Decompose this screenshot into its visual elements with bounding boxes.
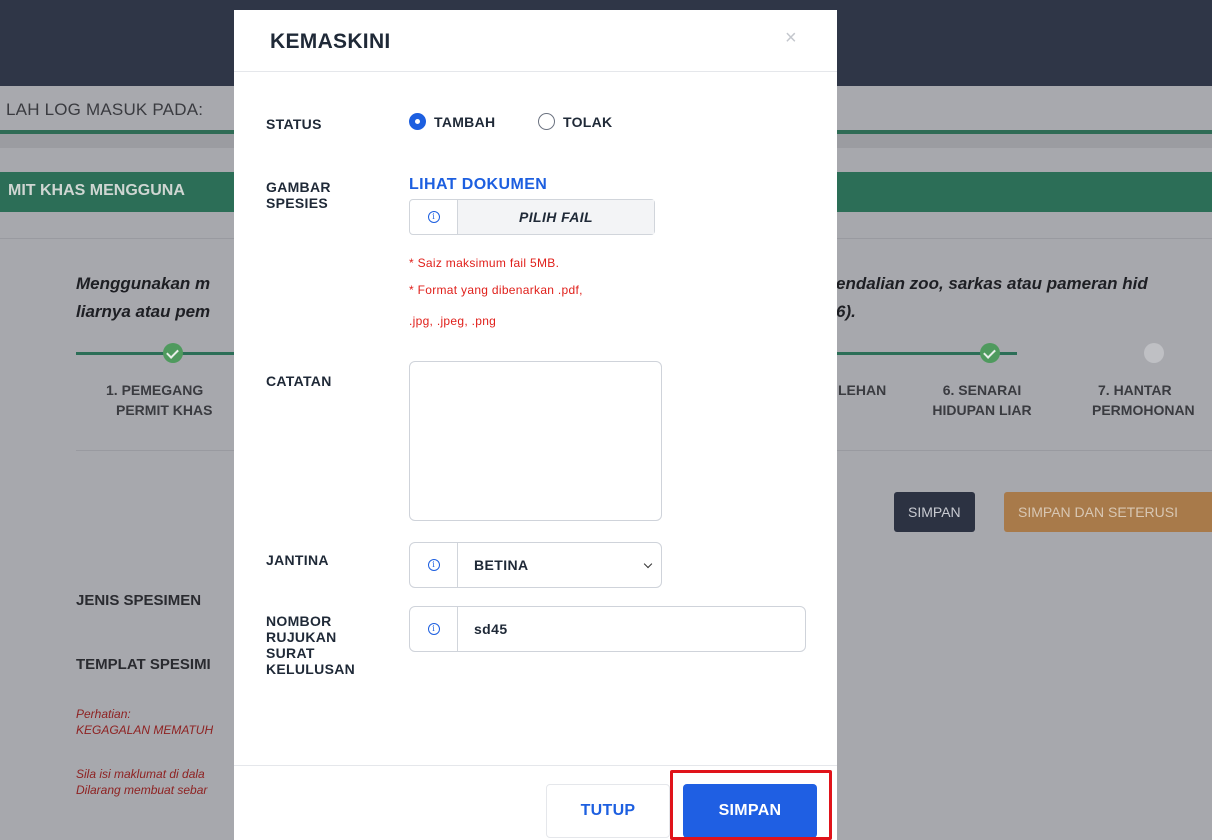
catatan-textarea[interactable] bbox=[409, 361, 662, 521]
info-addon: i bbox=[410, 607, 458, 651]
perhatian-note: Perhatian: KEGAGALAN MEMATUH bbox=[76, 706, 213, 738]
note-line: Sila isi maklumat di dala bbox=[76, 767, 205, 781]
label-line: KELULUSAN bbox=[266, 661, 356, 677]
label-line: RUJUKAN bbox=[266, 629, 337, 645]
step-7-pending-icon bbox=[1144, 343, 1164, 363]
description-right: endalian zoo, sarkas atau pameran hid 6)… bbox=[836, 270, 1148, 326]
radio-selected-icon[interactable] bbox=[409, 113, 426, 130]
modal-footer-divider bbox=[234, 765, 837, 766]
pilih-fail-button[interactable]: PILIH FAIL bbox=[458, 200, 654, 234]
note-line: KEGAGALAN MEMATUH bbox=[76, 723, 214, 737]
jenis-spesimen-label: JENIS SPESIMEN bbox=[76, 592, 202, 609]
radio-tolak-label[interactable]: TOLAK bbox=[563, 114, 612, 130]
step-label-line: PERMIT KHAS bbox=[116, 402, 213, 418]
radio-unselected-icon[interactable] bbox=[538, 113, 555, 130]
step-1-check-icon bbox=[163, 343, 183, 363]
description-line: liarnya atau pem bbox=[76, 302, 211, 321]
file-upload-group[interactable]: i PILIH FAIL bbox=[409, 199, 655, 235]
stepper-line bbox=[76, 352, 234, 355]
info-addon: i bbox=[410, 200, 458, 234]
step-label-line: LEHAN bbox=[838, 382, 887, 398]
label-line: SURAT bbox=[266, 645, 315, 661]
bg-simpan-seterus-button[interactable]: SIMPAN DAN SETERUSI bbox=[1004, 492, 1212, 532]
step-label-line: HIDUPAN LIAR bbox=[932, 402, 1032, 418]
bg-simpan-button[interactable]: SIMPAN bbox=[894, 492, 975, 532]
nombor-rujukan-value[interactable]: sd45 bbox=[458, 607, 805, 651]
nombor-rujukan-label: NOMBOR RUJUKAN SURAT KELULUSAN bbox=[266, 613, 355, 677]
step-5-label[interactable]: LEHAN bbox=[838, 380, 886, 400]
step-7-label[interactable]: 7. HANTAR PERMOHONAN bbox=[1092, 380, 1212, 420]
step-1-label[interactable]: 1. PEMEGANG PERMIT KHAS bbox=[106, 380, 234, 420]
step-label-line: 6. SENARAI bbox=[942, 382, 1022, 398]
highlight-box bbox=[670, 770, 832, 840]
jantina-label: JANTINA bbox=[266, 552, 329, 568]
description-line: 6). bbox=[836, 302, 856, 321]
kemaskini-modal: KEMASKINI × STATUS TAMBAH TOLAK GAMBAR S… bbox=[234, 10, 837, 840]
radio-tambah[interactable]: TAMBAH bbox=[409, 113, 495, 130]
file-format-note-cont: .jpg, .jpeg, .png bbox=[409, 314, 497, 328]
lihat-dokumen-link[interactable]: LIHAT DOKUMEN bbox=[409, 176, 547, 194]
modal-header: KEMASKINI × bbox=[234, 10, 837, 72]
jantina-select[interactable]: i BETINA bbox=[409, 542, 662, 588]
note-line: Dilarang membuat sebar bbox=[76, 783, 208, 797]
catatan-label: CATATAN bbox=[266, 373, 332, 389]
templat-spesimen-label: TEMPLAT SPESIMI bbox=[76, 656, 211, 673]
label-line: SPESIES bbox=[266, 195, 329, 211]
instruction-note: Sila isi maklumat di dala Dilarang membu… bbox=[76, 766, 207, 798]
info-addon: i bbox=[410, 543, 458, 587]
step-label-line: 7. HANTAR bbox=[1098, 382, 1172, 398]
description-line: endalian zoo, sarkas atau pameran hid bbox=[836, 274, 1148, 293]
modal-title: KEMASKINI bbox=[270, 30, 391, 53]
login-info-text: LAH LOG MASUK PADA: bbox=[6, 100, 204, 119]
file-size-note: * Saiz maksimum fail 5MB. bbox=[409, 256, 560, 270]
status-label: STATUS bbox=[266, 116, 322, 132]
info-icon: i bbox=[427, 559, 440, 571]
gambar-spesies-label: GAMBAR SPESIES bbox=[266, 179, 331, 211]
label-line: NOMBOR bbox=[266, 613, 332, 629]
note-line: Perhatian: bbox=[76, 707, 131, 721]
chevron-down-icon[interactable] bbox=[635, 543, 661, 587]
nombor-rujukan-input[interactable]: i sd45 bbox=[409, 606, 806, 652]
description-left: Menggunakan m liarnya atau pem bbox=[76, 270, 210, 326]
tutup-button[interactable]: TUTUP bbox=[546, 784, 670, 838]
file-format-note: * Format yang dibenarkan .pdf, bbox=[409, 283, 583, 297]
label-line: GAMBAR bbox=[266, 179, 331, 195]
step-6-label[interactable]: 6. SENARAI HIDUPAN LIAR bbox=[912, 380, 1052, 420]
radio-tolak[interactable]: TOLAK bbox=[538, 113, 612, 130]
step-label-line: PERMOHONAN bbox=[1092, 402, 1195, 418]
radio-tambah-label[interactable]: TAMBAH bbox=[434, 114, 495, 130]
step-label-line: 1. PEMEGANG bbox=[106, 382, 204, 398]
info-icon: i bbox=[427, 623, 440, 635]
description-line: Menggunakan m bbox=[76, 274, 211, 293]
step-6-check-icon bbox=[980, 343, 1000, 363]
jantina-selected-value[interactable]: BETINA bbox=[458, 543, 635, 587]
close-icon[interactable]: × bbox=[785, 27, 797, 50]
info-icon: i bbox=[427, 211, 440, 223]
section-title: MIT KHAS MENGGUNA bbox=[8, 182, 185, 199]
